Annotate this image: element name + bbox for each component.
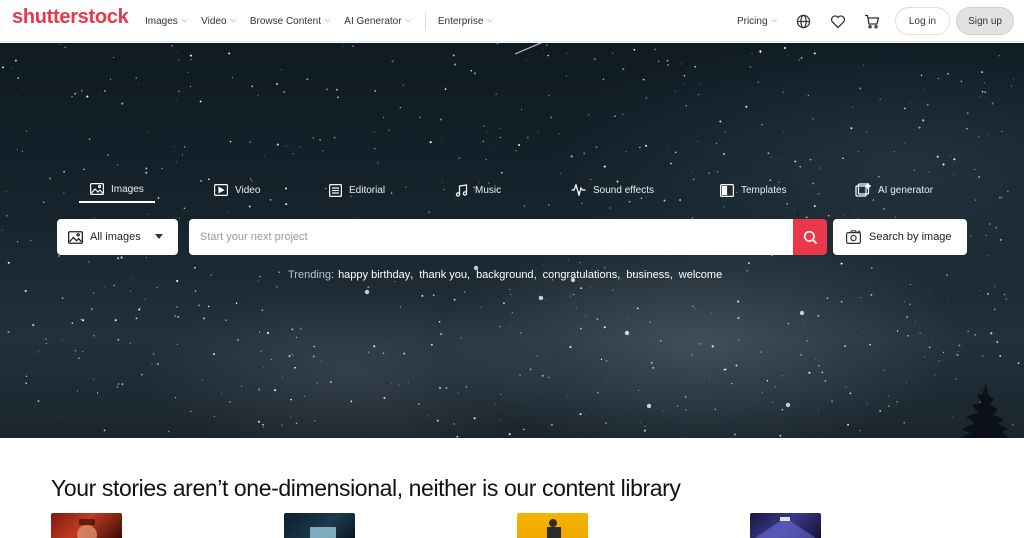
trending-searches: Trending: happy birthday, thank you, bac… — [288, 269, 723, 281]
main-nav: Images ⌵ Video ⌵ Browse Content ⌵ AI Gen… — [145, 0, 507, 42]
newspaper-icon — [329, 183, 342, 197]
nav-browse-content[interactable]: Browse Content ⌵ — [250, 16, 330, 27]
tab-ai-generator[interactable]: AI generator — [855, 177, 933, 203]
ai-sparkle-icon — [855, 183, 871, 197]
tab-sound-effects[interactable]: Sound effects — [571, 177, 654, 203]
trending-term[interactable]: congratulations — [543, 269, 618, 281]
nav-browse-content-label: Browse Content — [249, 15, 321, 27]
nav-divider — [424, 12, 426, 30]
search-by-image-button[interactable]: Search by image — [833, 219, 967, 255]
camera-search-icon — [846, 230, 861, 244]
thumbnail-image — [547, 519, 561, 538]
shutterstock-logo[interactable]: shutterstock — [12, 6, 129, 29]
search-by-image-label: Search by image — [869, 231, 952, 243]
chevron-down-icon: ⌵ — [181, 17, 188, 24]
nav-images-label: Images — [145, 15, 178, 27]
search-button[interactable] — [793, 219, 827, 255]
account-nav: Pricing ⌵ Log in Sign up — [737, 0, 1014, 42]
thumbnail-image — [310, 527, 336, 538]
search-icon — [803, 230, 817, 244]
asset-type-dropdown[interactable]: All images — [57, 219, 178, 255]
nav-pricing-label: Pricing — [736, 15, 768, 27]
chevron-down-icon: ⌵ — [487, 17, 493, 24]
top-navbar: shutterstock Images ⌵ Video ⌵ Browse Con… — [0, 0, 1024, 42]
music-note-icon — [455, 183, 468, 197]
tab-editorial-label: Editorial — [349, 184, 386, 196]
nav-pricing[interactable]: Pricing ⌵ — [737, 16, 777, 27]
tab-music[interactable]: Music — [455, 177, 501, 203]
content-thumbnail-3[interactable] — [517, 513, 588, 538]
waveform-icon — [571, 184, 586, 196]
nav-enterprise-label: Enterprise — [437, 15, 484, 27]
caret-down-icon — [155, 234, 163, 239]
trending-term[interactable]: business — [626, 269, 669, 281]
nav-images[interactable]: Images ⌵ — [145, 16, 187, 27]
tab-music-label: Music — [475, 184, 502, 196]
content-type-tabs: Images Video Editorial Music Sound effec… — [0, 177, 1024, 205]
nav-enterprise[interactable]: Enterprise ⌵ — [438, 16, 493, 27]
search-bar: All images Search by image — [0, 219, 1024, 255]
trending-term[interactable]: thank you — [419, 269, 467, 281]
cart-icon[interactable] — [863, 12, 881, 30]
asset-type-label: All images — [90, 231, 141, 243]
nav-video[interactable]: Video ⌵ — [201, 16, 236, 27]
play-icon — [214, 184, 228, 196]
tab-templates[interactable]: Templates — [720, 177, 787, 203]
trending-term[interactable]: welcome — [679, 269, 722, 281]
nav-ai-generator[interactable]: AI Generator ⌵ — [344, 16, 411, 27]
trending-term[interactable]: happy birthday — [338, 269, 410, 281]
nav-video-label: Video — [201, 15, 227, 27]
thumbnail-image — [755, 517, 816, 538]
nav-ai-generator-label: AI Generator — [344, 15, 402, 27]
chevron-down-icon: ⌵ — [771, 17, 777, 24]
tab-images-label: Images — [111, 183, 144, 195]
template-icon — [720, 183, 734, 197]
tab-templates-label: Templates — [741, 184, 787, 196]
tab-sound-effects-label: Sound effects — [593, 184, 654, 196]
image-icon — [90, 183, 104, 195]
thumbnail-image — [77, 519, 97, 538]
search-input[interactable] — [189, 219, 794, 255]
tab-video[interactable]: Video — [214, 177, 260, 203]
section-heading: Your stories aren’t one-dimensional, nei… — [51, 475, 681, 501]
heart-icon[interactable] — [829, 12, 847, 30]
tab-video-label: Video — [235, 184, 261, 196]
tab-editorial[interactable]: Editorial — [329, 177, 385, 203]
tab-ai-generator-label: AI generator — [878, 184, 934, 196]
chevron-down-icon: ⌵ — [405, 17, 411, 24]
tab-images[interactable]: Images — [79, 177, 155, 203]
login-button[interactable]: Log in — [894, 7, 951, 35]
chevron-down-icon: ⌵ — [230, 17, 236, 24]
trending-term[interactable]: background — [476, 269, 534, 281]
image-icon — [68, 230, 83, 244]
chevron-down-icon: ⌵ — [324, 17, 331, 24]
content-thumbnail-1[interactable] — [51, 513, 122, 538]
hero-banner: Images Video Editorial Music Sound effec… — [0, 43, 1024, 438]
globe-icon[interactable] — [795, 12, 813, 30]
content-thumbnail-2[interactable] — [284, 513, 355, 538]
trending-label: Trending: — [288, 269, 335, 281]
content-thumbnail-4[interactable] — [750, 513, 821, 538]
signup-button[interactable]: Sign up — [956, 7, 1014, 35]
